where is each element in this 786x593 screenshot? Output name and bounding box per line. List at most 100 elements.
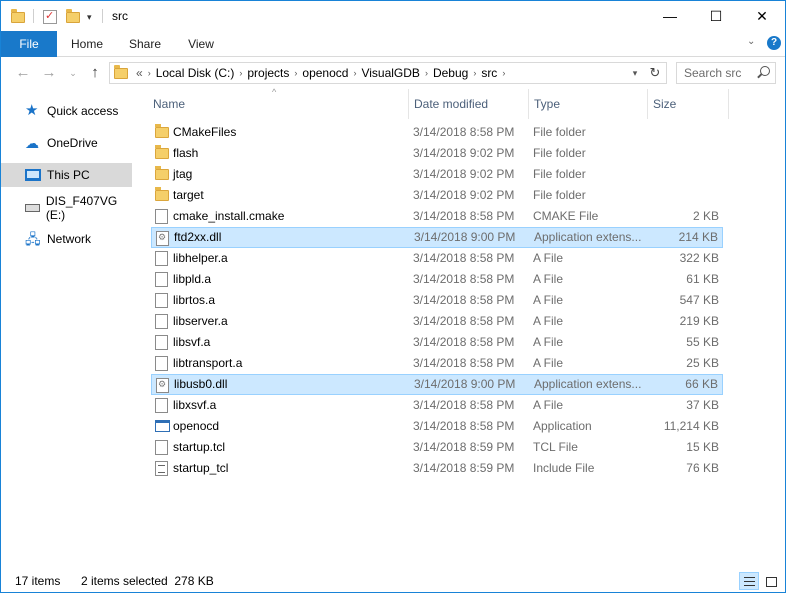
address-bar[interactable]: « › Local Disk (C:) › projects › openocd… [109,62,667,84]
star-icon: ★ [25,102,39,119]
file-name: CMakeFiles [173,125,237,139]
up-arrow-icon[interactable]: ↑ [85,62,105,84]
file-row[interactable]: jtag 3/14/2018 9:02 PM File folder [151,164,723,185]
file-row[interactable]: libusb0.dll 3/14/2018 9:00 PM Application … [151,374,723,395]
nav-item-quick-access[interactable]: ★ Quick access [1,99,132,123]
nav-item-this-pc[interactable]: This PC [1,163,132,187]
help-icon[interactable]: ? [767,36,781,50]
file-row[interactable]: startup_tcl 3/14/2018 8:59 PM Include File… [151,458,723,479]
search-placeholder: Search src [684,66,742,80]
file-date-modified: 3/14/2018 9:02 PM [413,188,515,202]
file-type: A File [533,251,564,265]
sort-ascending-icon: ^ [272,87,277,97]
column-divider[interactable] [408,89,409,119]
column-divider[interactable] [647,89,648,119]
dll-file-icon [156,378,169,393]
large-icons-view-icon [766,577,777,587]
file-row[interactable]: openocd 3/14/2018 8:58 PM Application 11,21… [151,416,723,437]
file-row[interactable]: librtos.a 3/14/2018 8:58 PM A File 547 KB [151,290,723,311]
file-type: A File [533,314,564,328]
tab-file[interactable]: File [1,31,57,57]
details-view-button[interactable] [739,572,759,590]
column-divider[interactable] [528,89,529,119]
breadcrumb-debug[interactable]: Debug [433,66,468,80]
folder-icon [155,166,169,180]
file-row[interactable]: CMakeFiles 3/14/2018 8:58 PM File folder [151,122,723,143]
column-header-size[interactable]: Size [653,93,676,115]
file-date-modified: 3/14/2018 9:00 PM [414,230,516,244]
column-divider[interactable] [728,89,729,119]
file-type: File folder [533,188,586,202]
file-row[interactable]: ftd2xx.dll 3/14/2018 9:00 PM Application e… [151,227,723,248]
search-input[interactable]: Search src [676,62,776,84]
breadcrumb-projects[interactable]: projects [247,66,289,80]
refresh-icon[interactable]: ↻ [646,64,664,82]
address-dropdown-icon[interactable]: ▾ [628,65,642,81]
file-row[interactable]: startup.tcl 3/14/2018 8:59 PM TCL File 15 K… [151,437,723,458]
title-separator [102,9,103,23]
folder-icon[interactable] [11,8,25,26]
nav-item-label: OneDrive [47,136,98,150]
file-name: libxsvf.a [173,398,217,412]
tab-share[interactable]: Share [119,31,171,57]
file-type: Application [533,419,592,433]
file-row[interactable]: libsvf.a 3/14/2018 8:58 PM A File 55 KB [151,332,723,353]
recent-locations-icon[interactable]: ⌄ [63,62,83,84]
file-row[interactable]: cmake_install.cmake 3/14/2018 8:58 PM CMAK… [151,206,723,227]
file-date-modified: 3/14/2018 8:58 PM [413,314,515,328]
file-icon [155,398,168,413]
address-row: ← → ⌄ ↑ « › Local Disk (C:) › projects ›… [1,58,785,88]
file-list: ^ Name Date modified Type Size CMakeFile… [132,87,785,569]
drive-icon [25,204,40,212]
title-bar: ▾ src — ☐ ✕ [1,1,785,31]
file-date-modified: 3/14/2018 8:58 PM [413,209,515,223]
file-name: librtos.a [173,293,216,307]
folder-icon [155,124,169,138]
file-row[interactable]: libhelper.a 3/14/2018 8:58 PM A File 322 KB [151,248,723,269]
file-size: 61 KB [686,272,719,286]
nav-item-label: DIS_F407VG (E:) [45,194,118,222]
minimize-button[interactable]: — [647,1,693,31]
file-row[interactable]: libpld.a 3/14/2018 8:58 PM A File 61 KB [151,269,723,290]
file-row[interactable]: libxsvf.a 3/14/2018 8:58 PM A File 37 KB [151,395,723,416]
file-type: Include File [533,461,595,475]
new-folder-icon[interactable] [66,8,80,26]
breadcrumb-openocd[interactable]: openocd [302,66,348,80]
tab-home[interactable]: Home [61,31,113,57]
breadcrumb-src[interactable]: src [481,66,497,80]
maximize-button[interactable]: ☐ [693,1,739,31]
breadcrumb-local-disk[interactable]: Local Disk (C:) [156,66,235,80]
tab-view[interactable]: View [177,31,225,57]
cloud-icon: ☁ [25,135,39,151]
chevron-down-icon[interactable]: ⌄ [747,36,755,47]
column-header-type[interactable]: Type [534,93,560,115]
file-date-modified: 3/14/2018 8:58 PM [413,356,515,370]
file-row[interactable]: target 3/14/2018 9:02 PM File folder [151,185,723,206]
nav-item-network[interactable]: 🖧 Network [1,227,132,251]
file-row[interactable]: libserver.a 3/14/2018 8:58 PM A File 219 KB [151,311,723,332]
file-size: 322 KB [679,251,719,265]
forward-arrow-icon[interactable]: → [39,62,59,84]
nav-item-onedrive[interactable]: ☁ OneDrive [1,131,132,155]
breadcrumb-overflow[interactable]: « [136,66,143,80]
file-type: A File [533,356,564,370]
back-arrow-icon[interactable]: ← [13,62,33,84]
search-icon[interactable] [760,66,770,76]
column-header-name[interactable]: Name [153,93,185,115]
file-name: libtransport.a [173,356,243,370]
file-row[interactable]: libtransport.a 3/14/2018 8:58 PM A File 25 … [151,353,723,374]
file-size: 219 KB [679,314,719,328]
breadcrumb-visualgdb[interactable]: VisualGDB [361,66,419,80]
column-header-date[interactable]: Date modified [414,93,488,115]
large-icons-view-button[interactable] [761,572,781,590]
file-type: A File [533,293,564,307]
file-type: A File [533,272,564,286]
file-size: 25 KB [686,356,719,370]
file-row[interactable]: flash 3/14/2018 9:02 PM File folder [151,143,723,164]
close-button[interactable]: ✕ [739,1,785,31]
dll-file-icon [156,231,169,246]
nav-item-drive-e[interactable]: DIS_F407VG (E:) [1,194,132,222]
properties-icon[interactable] [43,8,57,26]
file-icon [155,356,168,371]
customize-toolbar-icon[interactable]: ▾ [87,8,92,26]
